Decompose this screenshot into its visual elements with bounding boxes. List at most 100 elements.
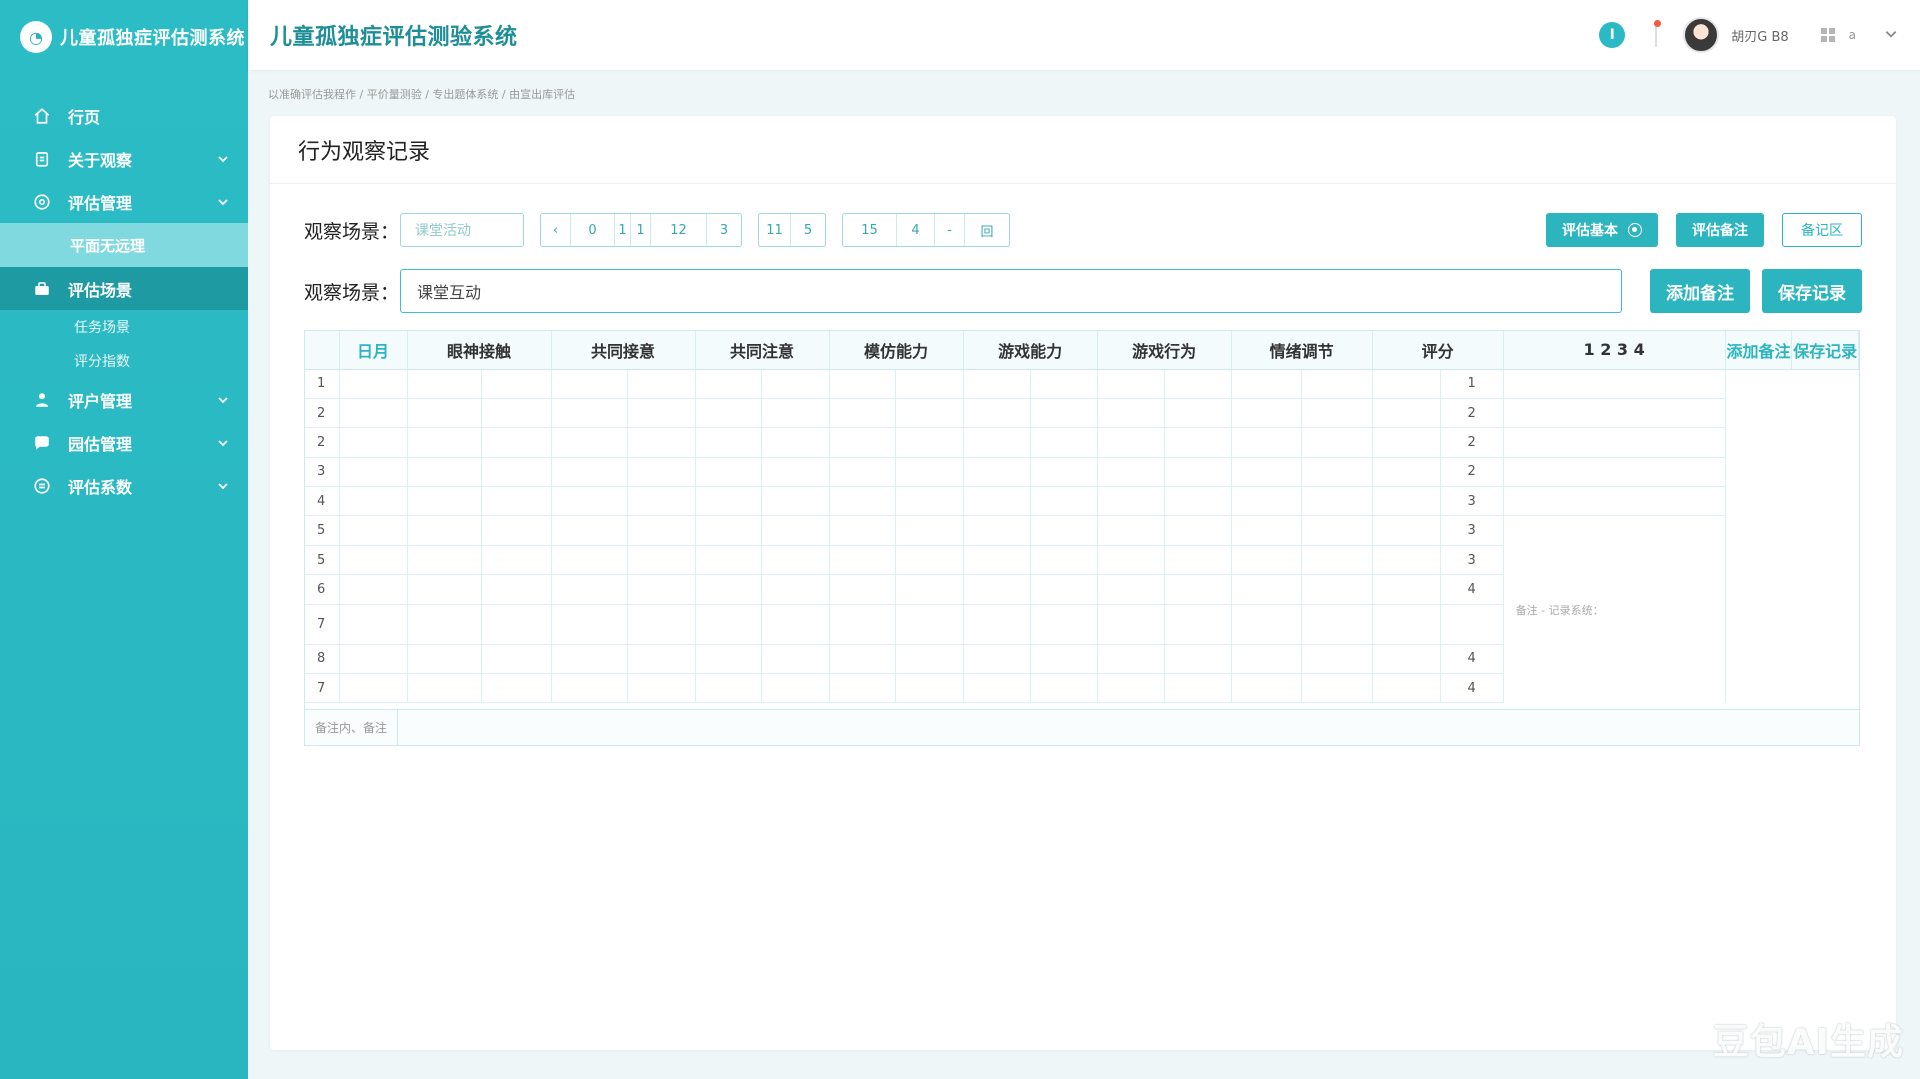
table-cell[interactable] <box>1372 515 1441 546</box>
table-cell[interactable] <box>895 574 964 605</box>
table-cell[interactable] <box>829 486 896 517</box>
table-cell[interactable] <box>895 398 964 429</box>
table-row[interactable]: 22 <box>305 398 1859 429</box>
table-cell[interactable] <box>551 427 628 458</box>
table-cell[interactable] <box>1164 457 1232 488</box>
table-row[interactable]: 43 <box>305 486 1859 517</box>
table-cell[interactable] <box>1231 545 1302 576</box>
table-cell[interactable] <box>1030 486 1098 517</box>
table-cell[interactable] <box>481 515 552 546</box>
table-cell[interactable] <box>627 457 696 488</box>
table-cell[interactable] <box>1372 369 1441 399</box>
table-cell[interactable] <box>1164 604 1232 645</box>
table-cell[interactable] <box>1030 427 1098 458</box>
table-cell[interactable] <box>1030 369 1098 399</box>
scene-select[interactable]: 课堂活动 <box>400 213 524 247</box>
table-cell[interactable] <box>339 398 408 429</box>
column-header[interactable]: 日月 <box>339 331 408 370</box>
table-cell[interactable] <box>895 545 964 576</box>
table-cell[interactable] <box>1164 369 1232 399</box>
table-cell[interactable] <box>1372 644 1441 675</box>
page-button[interactable]: 3 <box>707 214 741 246</box>
column-header-add-note[interactable]: 添加备注 <box>1725 331 1793 370</box>
sidebar-item-garden-management[interactable]: 园估管理 <box>0 421 248 464</box>
table-cell[interactable] <box>1097 486 1165 517</box>
table-cell[interactable] <box>551 604 628 645</box>
table-cell[interactable] <box>695 457 762 488</box>
table-cell[interactable] <box>695 604 762 645</box>
sidebar-item-assessment-coefficient[interactable]: 评估系数 <box>0 464 248 507</box>
table-cell[interactable] <box>1030 398 1098 429</box>
table-cell[interactable] <box>963 427 1031 458</box>
table-cell[interactable] <box>761 604 830 645</box>
notification-bell[interactable] <box>1647 20 1665 48</box>
table-cell[interactable] <box>481 574 552 605</box>
sidebar-item-user-management[interactable]: 评户管理 <box>0 378 248 421</box>
page-button[interactable]: 15 <box>843 214 897 246</box>
table-cell[interactable] <box>551 545 628 576</box>
save-record-button[interactable]: 保存记录 <box>1762 269 1862 313</box>
table-cell[interactable] <box>761 515 830 546</box>
table-cell[interactable] <box>1030 545 1098 576</box>
table-cell[interactable] <box>1030 604 1098 645</box>
table-cell[interactable] <box>761 457 830 488</box>
table-cell[interactable] <box>963 545 1031 576</box>
sidebar-subitem-task-scene[interactable]: 任务场景 <box>0 310 248 344</box>
breadcrumb[interactable]: 以准确评估我程作 / 平价量测验 / 专出题体系统 / 由宣出库评估 <box>268 86 575 102</box>
table-cell[interactable] <box>407 604 482 645</box>
table-cell[interactable] <box>895 369 964 399</box>
table-cell[interactable] <box>551 644 628 675</box>
table-cell[interactable] <box>895 644 964 675</box>
table-cell[interactable] <box>1231 515 1302 546</box>
table-cell[interactable] <box>1030 515 1098 546</box>
table-cell[interactable] <box>1372 398 1441 429</box>
table-cell[interactable] <box>339 545 408 576</box>
table-cell[interactable] <box>1097 515 1165 546</box>
table-cell[interactable] <box>695 545 762 576</box>
table-cell[interactable] <box>1030 644 1098 675</box>
table-cell[interactable] <box>407 427 482 458</box>
table-cell[interactable] <box>963 644 1031 675</box>
table-cell[interactable] <box>627 644 696 675</box>
note-cell[interactable] <box>1503 369 1726 399</box>
table-cell[interactable] <box>829 673 896 704</box>
table-cell[interactable] <box>829 427 896 458</box>
table-cell[interactable] <box>1301 545 1373 576</box>
table-cell[interactable] <box>339 369 408 399</box>
table-cell[interactable] <box>1301 398 1373 429</box>
table-cell[interactable] <box>1030 673 1098 704</box>
table-row[interactable]: 32 <box>305 457 1859 488</box>
table-cell[interactable] <box>1372 574 1441 605</box>
table-cell[interactable] <box>1097 644 1165 675</box>
sidebar-item-assessment-management[interactable]: 评估管理 <box>0 180 248 223</box>
table-cell[interactable] <box>1231 644 1302 675</box>
table-cell[interactable] <box>339 673 408 704</box>
page-last-button[interactable]: 回 <box>965 214 1009 246</box>
table-cell[interactable] <box>963 369 1031 399</box>
table-cell[interactable] <box>1301 369 1373 399</box>
table-cell[interactable] <box>407 545 482 576</box>
assess-basic-button[interactable]: 评估基本 <box>1546 213 1658 247</box>
assess-notes-button[interactable]: 评估备注 <box>1676 213 1764 247</box>
table-cell[interactable] <box>1097 398 1165 429</box>
side-note[interactable]: 备注 - 记录系统： <box>1503 515 1726 703</box>
table-cell[interactable] <box>481 545 552 576</box>
table-cell[interactable] <box>339 644 408 675</box>
logo[interactable]: ◔ 儿童孤独症评估测系统 <box>0 0 248 74</box>
page-button[interactable]: 11 <box>759 214 791 246</box>
table-cell[interactable] <box>963 486 1031 517</box>
table-cell[interactable] <box>407 673 482 704</box>
table-row[interactable]: 5 3 备注 - 记录系统： <box>305 515 1859 703</box>
table-cell[interactable] <box>551 457 628 488</box>
table-cell[interactable] <box>1372 604 1441 645</box>
table-cell[interactable] <box>1301 574 1373 605</box>
add-note-button[interactable]: 添加备注 <box>1650 269 1750 313</box>
avatar[interactable] <box>1683 17 1720 53</box>
table-cell[interactable] <box>407 644 482 675</box>
table-cell[interactable] <box>627 369 696 399</box>
table-cell[interactable] <box>627 398 696 429</box>
table-cell[interactable] <box>1301 515 1373 546</box>
table-cell[interactable] <box>551 673 628 704</box>
table-cell[interactable] <box>551 369 628 399</box>
table-cell[interactable] <box>1097 574 1165 605</box>
